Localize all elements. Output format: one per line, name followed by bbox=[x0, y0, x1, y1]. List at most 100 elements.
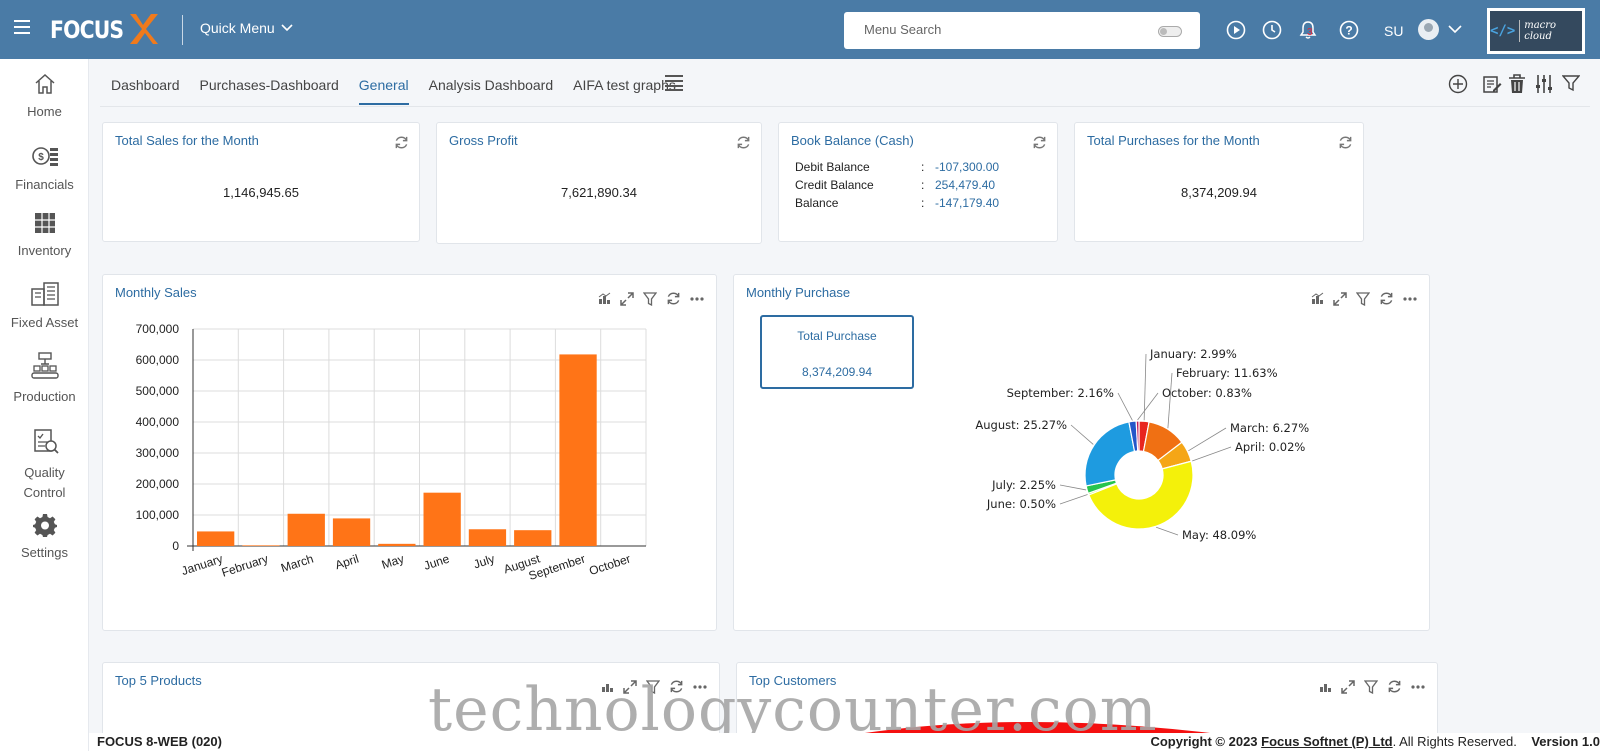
card-value: 1,146,945.65 bbox=[223, 185, 299, 200]
chevron-down-icon bbox=[281, 24, 293, 32]
slice-label: June: 0.50% bbox=[986, 497, 1056, 511]
sidebar-item-label: Production bbox=[13, 389, 76, 404]
widget-toolbar bbox=[1319, 679, 1425, 694]
sidebar-item-label: Inventory bbox=[17, 243, 72, 258]
focus-logo[interactable]: FOCUS bbox=[50, 14, 158, 46]
hamburger-menu-icon[interactable] bbox=[14, 20, 30, 34]
filter-icon[interactable] bbox=[1356, 291, 1370, 306]
sidebar-item-label: Quality Control bbox=[23, 465, 66, 500]
refresh-icon[interactable] bbox=[1338, 135, 1353, 150]
sidebar-item-production[interactable]: Production bbox=[0, 351, 89, 404]
x-tick-label: June bbox=[422, 551, 451, 572]
clock-icon[interactable] bbox=[1262, 20, 1282, 40]
bar-july[interactable] bbox=[468, 529, 507, 546]
more-options-icon[interactable] bbox=[1403, 296, 1417, 301]
balance-row: Balance : -147,179.40 bbox=[795, 196, 999, 210]
credit-balance-row: Credit Balance : 254,479.40 bbox=[795, 178, 995, 192]
debit-balance-row: Debit Balance : -107,300.00 bbox=[795, 160, 999, 174]
sidebar-item-quality-control[interactable]: Quality Control bbox=[0, 427, 89, 503]
balance-colon: : bbox=[921, 178, 925, 192]
chart-type-icon[interactable] bbox=[598, 292, 611, 305]
refresh-icon[interactable] bbox=[1379, 291, 1394, 306]
menu-search-input[interactable] bbox=[864, 22, 1124, 37]
delete-icon[interactable] bbox=[1508, 74, 1526, 94]
bar-june[interactable] bbox=[423, 492, 461, 546]
bar-january[interactable] bbox=[197, 531, 235, 546]
widget-title: Monthly Sales bbox=[115, 285, 197, 300]
gross-profit-card: Gross Profit 7,621,890.34 bbox=[436, 122, 762, 244]
user-initials[interactable]: SU bbox=[1384, 23, 1403, 39]
avatar[interactable] bbox=[1418, 19, 1439, 40]
sidebar-item-financials[interactable]: $ Financials bbox=[0, 143, 89, 192]
chart-type-icon[interactable] bbox=[1319, 680, 1332, 693]
filter-icon[interactable] bbox=[643, 291, 657, 306]
refresh-icon[interactable] bbox=[736, 135, 751, 150]
leader-line bbox=[1188, 427, 1227, 452]
sidebar-item-inventory[interactable]: Inventory bbox=[0, 211, 89, 258]
refresh-icon[interactable] bbox=[666, 291, 681, 306]
notification-count-badge: 3 bbox=[1307, 27, 1313, 38]
y-tick-label: 400,000 bbox=[136, 415, 180, 429]
play-icon[interactable] bbox=[1226, 20, 1246, 40]
edit-icon[interactable] bbox=[1482, 74, 1502, 94]
y-tick-label: 100,000 bbox=[136, 508, 180, 522]
y-tick-label: 700,000 bbox=[136, 322, 180, 336]
slice-august[interactable] bbox=[1084, 421, 1136, 487]
sliders-icon[interactable] bbox=[1534, 74, 1554, 94]
leader-line bbox=[1059, 494, 1088, 505]
copyright-label: Copyright © 2023 bbox=[1150, 734, 1258, 749]
expand-icon[interactable] bbox=[620, 291, 634, 306]
more-options-icon[interactable] bbox=[1411, 684, 1425, 689]
tab-purchases-dashboard[interactable]: Purchases-Dashboard bbox=[200, 73, 339, 105]
add-widget-icon[interactable] bbox=[1448, 74, 1468, 94]
menu-search-box bbox=[844, 12, 1200, 49]
chart-type-icon[interactable] bbox=[1311, 292, 1324, 305]
quick-menu-dropdown[interactable]: Quick Menu bbox=[200, 20, 293, 36]
x-tick-label: March bbox=[279, 552, 315, 576]
balance-label: Debit Balance bbox=[795, 160, 870, 174]
y-tick-label: 500,000 bbox=[136, 384, 180, 398]
sidebar-item-fixed-asset[interactable]: Fixed Asset bbox=[0, 281, 89, 330]
tab-general[interactable]: General bbox=[358, 73, 409, 105]
tab-analysis-dashboard[interactable]: Analysis Dashboard bbox=[429, 73, 554, 105]
filter-icon[interactable] bbox=[1364, 679, 1378, 694]
slice-label: September: 2.16% bbox=[1007, 386, 1114, 400]
expand-icon[interactable] bbox=[1333, 291, 1347, 306]
refresh-icon[interactable] bbox=[1387, 679, 1402, 694]
leader-line bbox=[1070, 424, 1094, 445]
bar-may[interactable] bbox=[378, 543, 416, 546]
company-link[interactable]: Focus Softnet (P) Ltd bbox=[1261, 734, 1392, 749]
sidebar-item-settings[interactable]: Settings bbox=[0, 513, 89, 560]
bar-february[interactable] bbox=[242, 545, 280, 546]
refresh-icon[interactable] bbox=[394, 135, 409, 150]
tabs-more-icon[interactable] bbox=[665, 75, 683, 91]
help-icon[interactable]: ? bbox=[1339, 20, 1359, 40]
balance-value: -147,179.40 bbox=[935, 196, 1000, 210]
sidebar-item-home[interactable]: Home bbox=[0, 72, 89, 119]
monthly-sales-bar-chart: 0 100,000 200,000 300,000 400,000 500,000 600,… bbox=[136, 322, 647, 583]
tab-aifa-test-graphs[interactable]: AIFA test graphs bbox=[573, 73, 676, 105]
svg-text:?: ? bbox=[1345, 24, 1352, 38]
sidebar-item-label: Financials bbox=[15, 177, 74, 192]
balance-colon: : bbox=[921, 160, 925, 174]
financials-icon: $ bbox=[31, 147, 58, 166]
expand-icon[interactable] bbox=[1341, 679, 1355, 694]
widget-toolbar bbox=[1311, 291, 1417, 306]
tab-dashboard[interactable]: Dashboard bbox=[111, 73, 180, 105]
slice-label: May: 48.09% bbox=[1182, 528, 1256, 542]
more-options-icon[interactable] bbox=[690, 296, 704, 301]
bar-march[interactable] bbox=[287, 513, 325, 546]
filter-icon[interactable] bbox=[1562, 74, 1580, 92]
leader-line bbox=[1059, 484, 1087, 491]
refresh-icon[interactable] bbox=[1032, 135, 1047, 150]
x-tick-label: February bbox=[220, 552, 270, 580]
fixed-asset-icon bbox=[30, 282, 59, 306]
bar-september[interactable] bbox=[559, 354, 597, 546]
leader-line bbox=[1156, 526, 1179, 536]
search-toggle[interactable] bbox=[1158, 26, 1182, 37]
bar-april[interactable] bbox=[332, 518, 371, 546]
bar-august[interactable] bbox=[514, 530, 552, 546]
quick-menu-label: Quick Menu bbox=[200, 20, 275, 36]
user-chevron-down-icon[interactable] bbox=[1448, 24, 1462, 34]
book-balance-card: Book Balance (Cash) Debit Balance : -107… bbox=[778, 122, 1058, 242]
